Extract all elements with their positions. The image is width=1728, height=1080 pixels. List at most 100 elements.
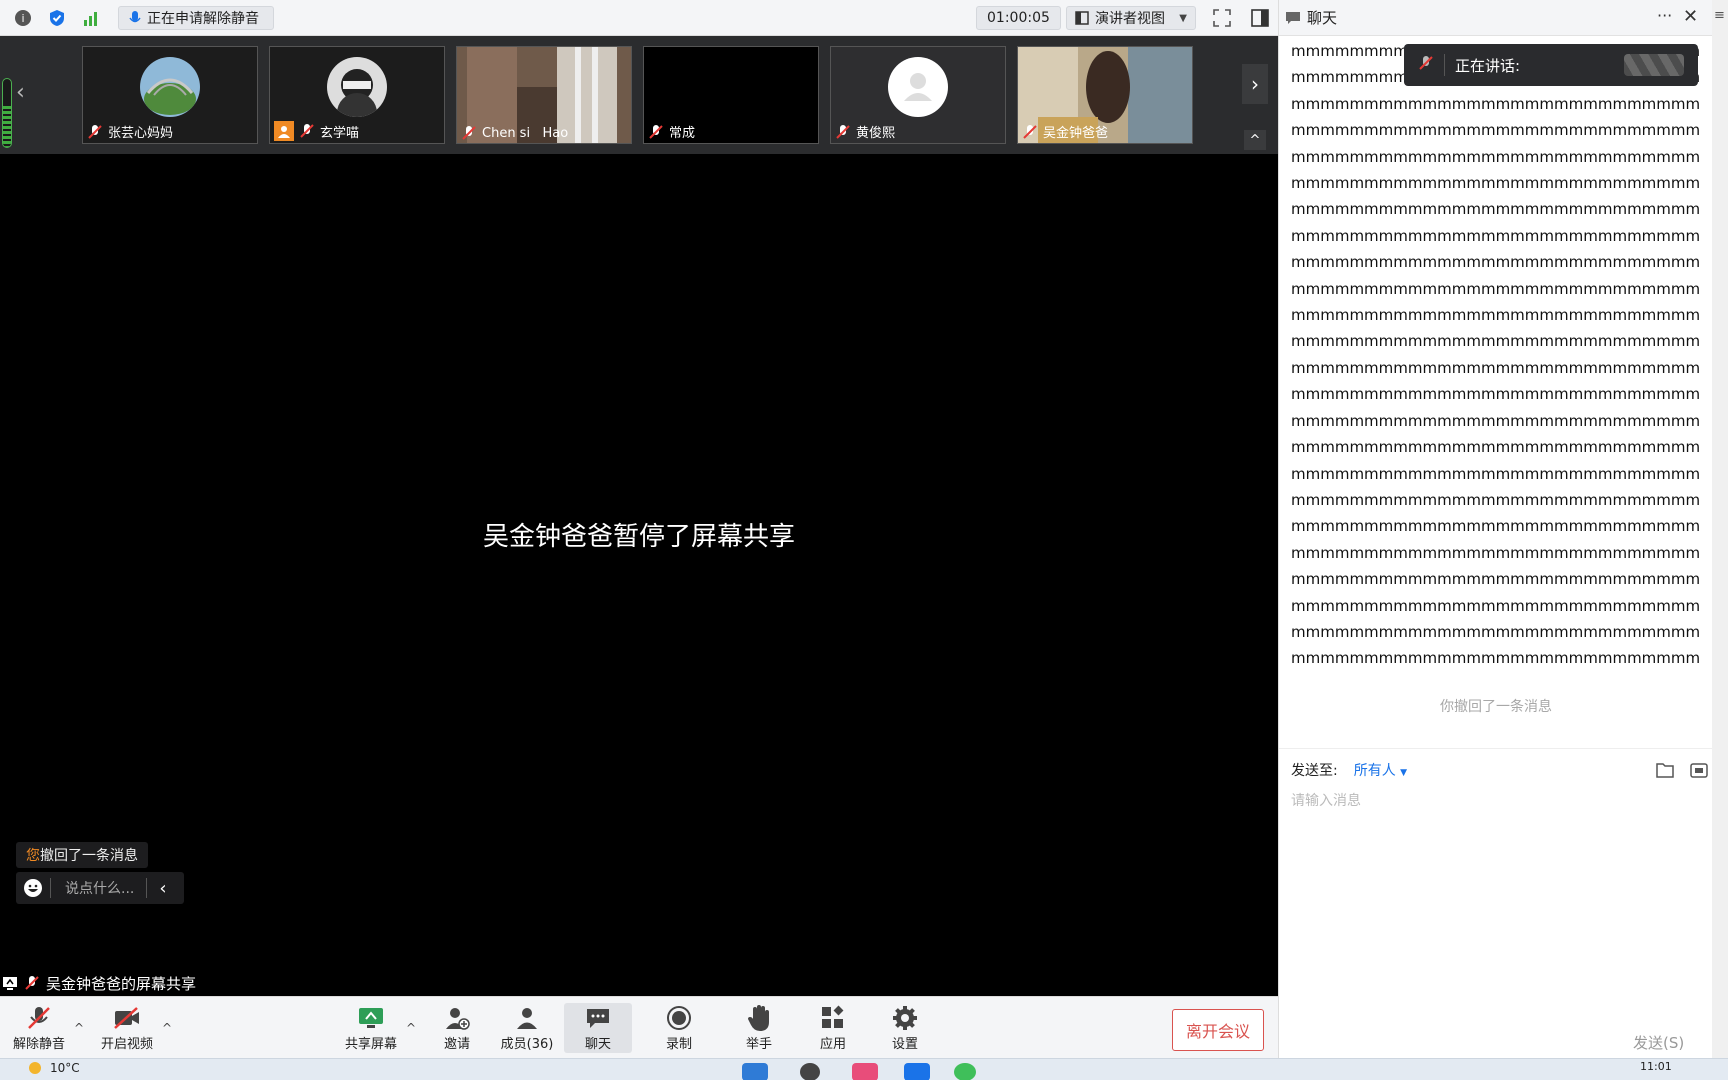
share-owner-label: 吴金钟爸爸的屏幕共享	[46, 974, 197, 993]
quick-chat-bar[interactable]: 说点什么... ‹	[16, 872, 184, 904]
chevron-left-icon[interactable]: ‹	[147, 878, 166, 899]
start-video-button[interactable]: 开启视频	[92, 1003, 162, 1053]
participant-tile[interactable]: 吴金钟爸爸	[1017, 46, 1193, 144]
participant-name: 常成	[669, 126, 696, 141]
unmute-button[interactable]: 解除静音	[4, 1003, 74, 1053]
network-signal-icon[interactable]	[80, 7, 102, 29]
send-to-selector[interactable]: 发送至: 所有人 ▼	[1291, 760, 1407, 780]
mic-level-meter	[2, 78, 12, 148]
chevron-left-icon[interactable]: ‹	[16, 80, 25, 105]
app-icon[interactable]	[852, 1063, 878, 1080]
unmute-label: 解除静音	[12, 1037, 65, 1052]
settings-button[interactable]: 设置	[870, 1003, 940, 1053]
speaking-label: 正在讲话:	[1455, 56, 1521, 75]
divider	[1279, 748, 1713, 749]
video-off-icon	[114, 1007, 139, 1029]
add-user-icon	[446, 1008, 470, 1030]
app-icon[interactable]	[904, 1063, 930, 1080]
quick-chat-input[interactable]: 说点什么...	[51, 878, 146, 898]
participant-name: 黄俊熙	[856, 126, 896, 141]
chevron-right-icon[interactable]: ›	[1242, 64, 1268, 104]
record-button[interactable]: 录制	[644, 1003, 714, 1053]
view-mode-dropdown[interactable]: 演讲者视图 ▼	[1066, 6, 1196, 30]
chevron-up-icon[interactable]: ^	[406, 1021, 416, 1035]
participant-tile[interactable]: 黄俊熙	[830, 46, 1006, 144]
invite-button[interactable]: 邀请	[422, 1003, 492, 1053]
leave-meeting-button[interactable]: 离开会议	[1172, 1009, 1264, 1051]
participant-tile[interactable]: 常成	[643, 46, 819, 144]
raise-hand-button[interactable]: 举手	[724, 1003, 794, 1053]
toast-you: 您	[26, 848, 40, 864]
close-icon[interactable]: ✕	[1683, 6, 1698, 27]
mic-muted-icon	[300, 124, 314, 138]
windows-start-icon[interactable]	[742, 1063, 768, 1080]
start-video-label: 开启视频	[100, 1037, 153, 1052]
apps-button[interactable]: 应用	[798, 1003, 868, 1053]
share-screen-button[interactable]: 共享屏幕	[336, 1003, 406, 1053]
participant-name: 张芸心妈妈	[108, 126, 174, 141]
chat-label: 聊天	[584, 1037, 611, 1052]
screen-share-stage: 吴金钟爸爸暂停了屏幕共享 您 撤回了一条消息 说点什么... ‹ 吴金钟爸爸的屏…	[0, 154, 1278, 996]
screen-share-icon	[3, 977, 17, 990]
emoji-icon[interactable]	[16, 878, 50, 898]
chevron-up-icon[interactable]: ^	[162, 1021, 172, 1035]
members-icon	[517, 1008, 537, 1029]
default-avatar-icon	[888, 57, 948, 117]
security-shield-icon[interactable]	[46, 7, 68, 29]
participant-name: 吴金钟爸爸	[1043, 126, 1109, 141]
unmute-request-status: 正在申请解除静音	[118, 5, 274, 30]
menu-icon[interactable]: ≡	[1714, 8, 1725, 23]
chevron-up-icon[interactable]: ^	[74, 1021, 84, 1035]
fullscreen-icon[interactable]	[1212, 8, 1232, 28]
right-edge-strip: ≡	[1712, 0, 1728, 1058]
mic-muted-icon	[25, 976, 39, 990]
mic-muted-icon	[88, 124, 102, 139]
apps-label: 应用	[819, 1037, 846, 1052]
share-screen-icon	[359, 1008, 383, 1028]
more-options-icon[interactable]: ···	[1657, 6, 1672, 25]
mic-muted-icon	[836, 124, 850, 139]
chevron-down-icon: ▼	[1179, 12, 1187, 24]
members-button[interactable]: 成员(36)	[492, 1003, 562, 1053]
chat-icon	[1286, 11, 1300, 24]
mic-muted-icon	[1023, 124, 1037, 139]
weather-widget[interactable]: 10°C	[28, 1061, 80, 1075]
speaker-view-icon	[1075, 11, 1089, 25]
os-taskbar: 10°C 11:01	[0, 1058, 1728, 1080]
temperature: 10°C	[50, 1061, 80, 1075]
file-folder-icon[interactable]	[1655, 760, 1677, 780]
screenshot-icon[interactable]	[1689, 760, 1711, 780]
mic-muted-icon	[28, 1007, 50, 1029]
members-label: 成员(36)	[500, 1037, 554, 1052]
collapse-strip-button[interactable]: ^	[1244, 130, 1266, 150]
share-screen-label: 共享屏幕	[344, 1037, 397, 1052]
speaker-name-blurred	[1624, 54, 1684, 76]
side-panel-toggle-icon[interactable]	[1250, 8, 1270, 28]
avatar	[327, 57, 387, 117]
settings-label: 设置	[891, 1037, 918, 1052]
active-speaker-banner: 正在讲话:	[1404, 44, 1698, 86]
mic-muted-icon	[649, 124, 663, 139]
chat-button[interactable]: 聊天	[564, 1003, 632, 1053]
meeting-toolbar: 解除静音 ^ 开启视频 ^ 共享屏幕 ^ 邀请 成员(36) 聊天 录制 举手 …	[0, 996, 1278, 1058]
microphone-icon	[129, 10, 141, 22]
status-text: 正在申请解除静音	[147, 10, 259, 27]
screen-share-label: 吴金钟爸爸的屏幕共享	[0, 970, 196, 996]
record-label: 录制	[665, 1037, 692, 1052]
recall-notice: 你撤回了一条消息	[1440, 699, 1552, 715]
participant-tile[interactable]: Chen si Hao	[456, 46, 632, 144]
view-mode-label: 演讲者视图	[1095, 11, 1165, 27]
host-badge-icon	[274, 121, 294, 141]
toast-text: 撤回了一条消息	[40, 848, 138, 864]
chat-header: 聊天 ··· ✕	[1279, 0, 1712, 36]
search-icon[interactable]	[800, 1063, 820, 1080]
app-icon[interactable]	[954, 1063, 976, 1080]
invite-label: 邀请	[443, 1037, 470, 1052]
chat-input[interactable]: 请输入消息	[1291, 790, 1361, 810]
participant-tile[interactable]: 张芸心妈妈	[82, 46, 258, 144]
send-to-target[interactable]: 所有人 ▼	[1354, 760, 1407, 780]
send-button[interactable]: 发送(S)	[1633, 1032, 1684, 1053]
recall-toast: 您 撤回了一条消息	[16, 842, 148, 868]
participant-tile[interactable]: 玄学喵	[269, 46, 445, 144]
info-icon[interactable]: i	[12, 7, 34, 29]
